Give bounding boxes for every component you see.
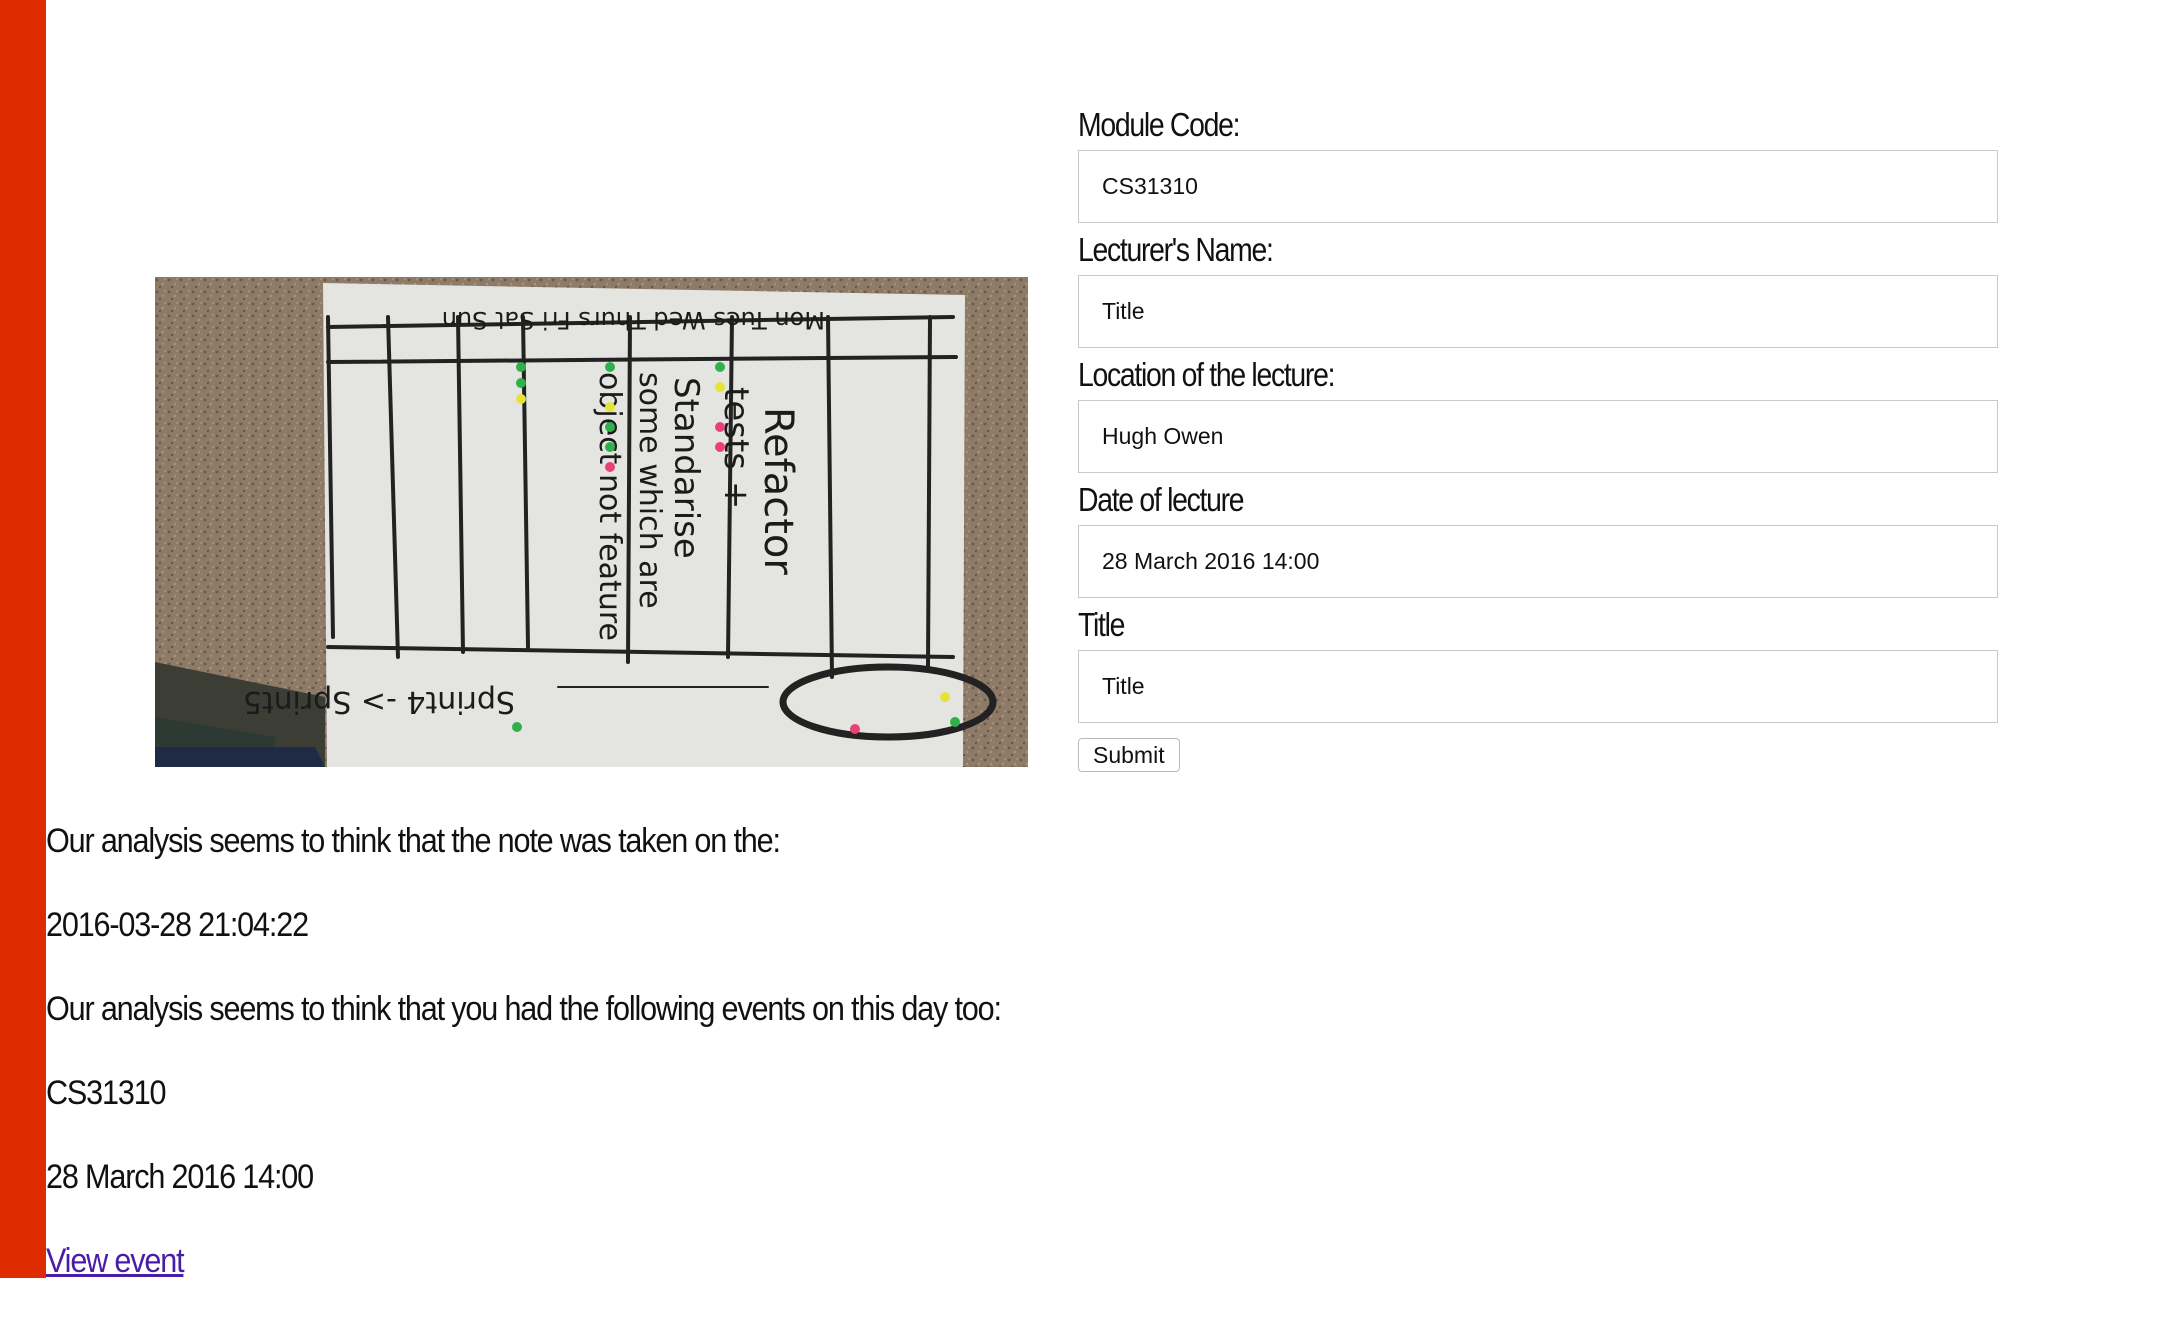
title-input[interactable] (1078, 650, 1998, 723)
view-event-row: View event (46, 1236, 1036, 1320)
note-photo: Mon Tues Wed Thurs Fri Sat Sun Refactor … (155, 277, 1028, 767)
events-text: Our analysis seems to think that you had… (46, 990, 1002, 1028)
module-code-input[interactable] (1078, 150, 1998, 223)
svg-text:Refactor: Refactor (755, 407, 801, 575)
note-taken-text: Our analysis seems to think that the not… (46, 822, 781, 860)
date-input[interactable] (1078, 525, 1998, 598)
lecturer-name-label: Lecturer's Name: (1078, 231, 1274, 268)
board-column-headers: Mon Tues Wed Thurs Fri Sat Sun (442, 306, 825, 334)
accent-sidebar-bar (0, 0, 46, 1278)
lecture-details-form: Module Code: Lecturer's Name: Location o… (1078, 100, 1998, 772)
view-event-link[interactable]: View event (46, 1242, 185, 1280)
event-module: CS31310 (46, 1074, 167, 1112)
date-label: Date of lecture (1078, 481, 1245, 518)
note-timestamp: 2016-03-28 21:04:22 (46, 906, 309, 944)
event-date: 28 March 2016 14:00 (46, 1158, 314, 1196)
title-label: Title (1078, 606, 1125, 643)
submit-button[interactable]: Submit (1078, 738, 1180, 772)
lecturer-name-input[interactable] (1078, 275, 1998, 348)
svg-text:some which are: some which are (632, 372, 667, 609)
analysis-results: Our analysis seems to think that the not… (46, 816, 1146, 1320)
svg-text:Sprint4 -> Sprint5: Sprint4 -> Sprint5 (243, 684, 515, 719)
module-code-label: Module Code: (1078, 106, 1241, 143)
svg-text:object not feature: object not feature (592, 372, 627, 641)
location-input[interactable] (1078, 400, 1998, 473)
location-label: Location of the lecture: (1078, 356, 1335, 393)
svg-text:Standarise: Standarise (666, 377, 706, 559)
